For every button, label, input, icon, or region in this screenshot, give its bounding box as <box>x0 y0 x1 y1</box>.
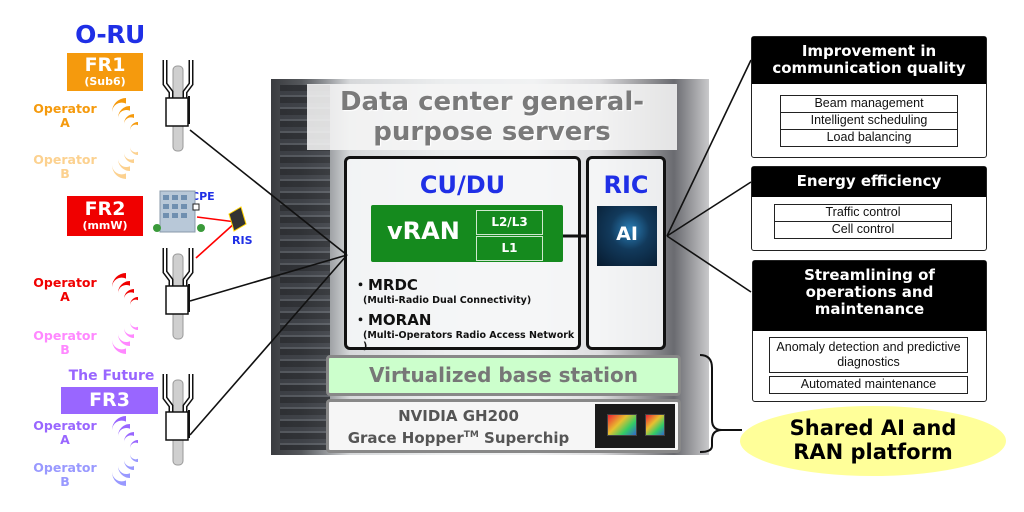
diagram-graphics <box>112 59 752 486</box>
connector-line <box>666 235 752 293</box>
connector-line <box>189 254 348 302</box>
connector-line <box>189 254 348 436</box>
cpe-icon <box>192 203 200 211</box>
antenna-icon <box>162 374 194 466</box>
signal-wave-icon <box>112 454 138 486</box>
signal-wave-icon <box>112 273 138 305</box>
signal-wave-icon <box>112 322 138 354</box>
ris-panel-icon <box>228 206 247 232</box>
building-icon <box>153 190 205 233</box>
antenna-icon <box>162 248 194 340</box>
signal-wave-icon <box>112 416 138 448</box>
brace-icon <box>699 354 723 453</box>
signal-wave-icon <box>112 98 138 130</box>
connector-line <box>189 129 348 256</box>
antenna-icon <box>162 60 194 152</box>
signal-wave-icon <box>112 147 138 179</box>
